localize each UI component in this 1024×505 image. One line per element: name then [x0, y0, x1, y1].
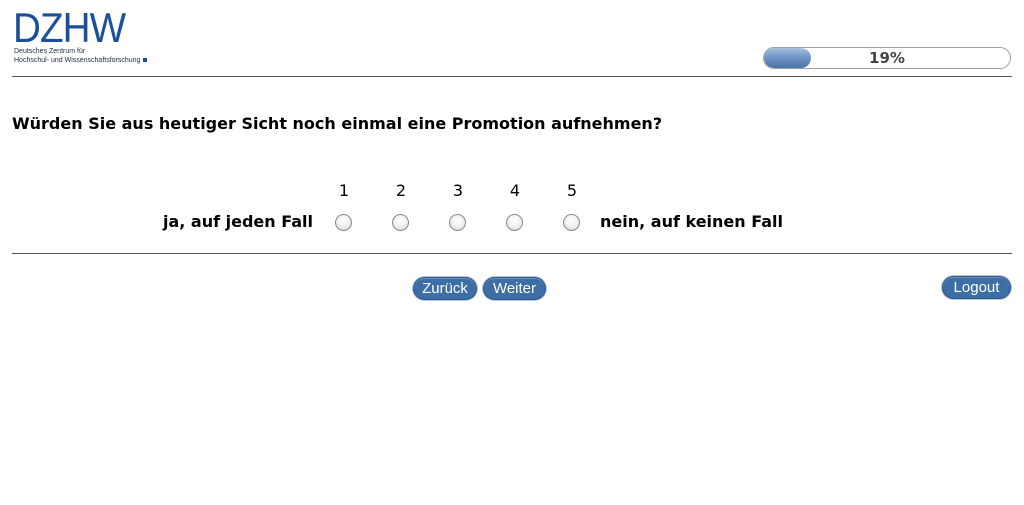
- logo-subtitle-line2-text: Hochschul- und Wissenschaftsforschung: [14, 57, 141, 64]
- scale-number-5: 5: [566, 181, 578, 200]
- radio-option-1[interactable]: [335, 214, 352, 231]
- progress-bar: 19%: [763, 47, 1011, 69]
- dzhw-logo: DZHW Deutsches Zentrum für Hochschul- un…: [13, 4, 153, 68]
- question-text: Würden Sie aus heutiger Sicht noch einma…: [12, 114, 663, 133]
- logo-square-icon: [143, 58, 148, 62]
- logo-subtitle-line1: Deutsches Zentrum für: [14, 48, 86, 55]
- scale-number-4: 4: [509, 181, 521, 200]
- header-divider: [12, 76, 1012, 77]
- radio-option-4[interactable]: [506, 214, 523, 231]
- progress-percent: 19%: [869, 49, 905, 67]
- back-button[interactable]: Zurück: [413, 277, 477, 300]
- scale-number-3: 3: [452, 181, 464, 200]
- scale-number-2: 2: [395, 181, 407, 200]
- content-divider: [12, 253, 1012, 254]
- next-button[interactable]: Weiter: [483, 277, 546, 300]
- logo-wordmark: DZHW: [13, 4, 126, 51]
- logo-subtitle-line2: Hochschul- und Wissenschaftsforschung: [14, 57, 148, 65]
- scale-number-1: 1: [338, 181, 350, 200]
- radio-option-5[interactable]: [563, 214, 580, 231]
- radio-option-2[interactable]: [392, 214, 409, 231]
- scale-label-right: nein, auf keinen Fall: [600, 212, 783, 231]
- logout-button[interactable]: Logout: [942, 276, 1011, 299]
- scale-label-left: ja, auf jeden Fall: [162, 212, 313, 231]
- radio-option-3[interactable]: [449, 214, 466, 231]
